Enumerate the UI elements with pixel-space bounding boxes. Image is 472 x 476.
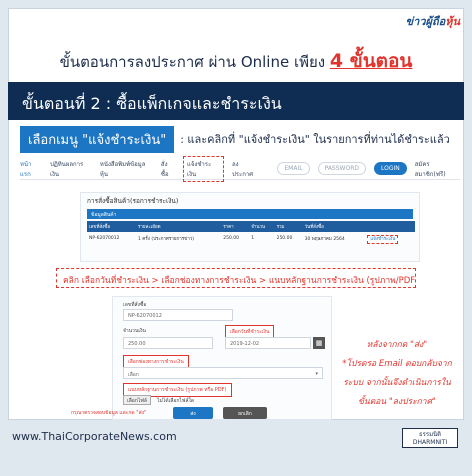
logo-line1: ธรรมนิติ bbox=[418, 431, 442, 438]
nav-item-home[interactable]: หน้าแรก bbox=[20, 159, 42, 179]
step-title: ขั้นตอนที่ 2 : ซื้อแพ็กเกจและชำระเงิน bbox=[22, 94, 282, 113]
file-status: ไม่ได้เลือกไฟล์ใด bbox=[157, 398, 195, 404]
dharmniti-logo: ธรรมนิติ DHARMNITI bbox=[402, 428, 458, 448]
note-line: ระบบ จากนั้นจึงดำเนินการใน bbox=[343, 378, 451, 388]
col-total: รวม bbox=[274, 221, 303, 232]
order-no-field: NP-62070012 bbox=[123, 309, 233, 321]
order-no-label: เลขที่สั่งซื้อ bbox=[123, 302, 147, 308]
orders-title: การสั่งซื้อสินค้า(รอการชำระเงิน) bbox=[87, 197, 179, 205]
nav-item-payment[interactable]: แจ้งชำระเงิน bbox=[183, 155, 224, 182]
brand-logo: ข่าวผู้ถือหุ้น bbox=[405, 15, 460, 28]
cell-action: แจ้งชำระเงิน bbox=[365, 232, 415, 245]
cancel-button[interactable]: ยกเลิก bbox=[223, 407, 267, 419]
submit-button[interactable]: ส่ง bbox=[173, 407, 213, 419]
payment-steps-breadcrumb: คลิก เลือกวันที่ชำระเงิน > เลือกช่องทางก… bbox=[56, 268, 416, 288]
cell-date: 30 พฤษภาคม 2564 bbox=[304, 237, 345, 242]
channel-placeholder: เลือก bbox=[128, 372, 139, 378]
orders-subtitle: ข้อมูลสินค้า bbox=[87, 209, 413, 219]
headline-highlight: 4 ขั้นตอน bbox=[329, 50, 413, 72]
amount-label: จำนวนเงิน bbox=[123, 328, 146, 334]
check-instruction: กรุณาตรวจสอบข้อมูล และกด "ส่ง" bbox=[71, 410, 147, 416]
step-title-bar: ขั้นตอนที่ 2 : ซื้อแพ็กเกจและชำระเงิน bbox=[8, 82, 464, 120]
chevron-down-icon: ▾ bbox=[315, 371, 318, 377]
footer-url: www.ThaiCorporateNews.com bbox=[12, 430, 177, 443]
instruction-text: : และคลิกที่ "แจ้งชำระเงิน" ในรายการที่ท… bbox=[180, 133, 450, 146]
instruction-row: เลือกเมนู "แจ้งชำระเงิน" : และคลิกที่ "แ… bbox=[20, 125, 460, 153]
cell-price: 250.00 bbox=[223, 236, 239, 241]
password-field[interactable]: PASSWORD bbox=[317, 162, 366, 175]
amount-field: 250.00 bbox=[123, 337, 213, 349]
col-action bbox=[365, 221, 415, 232]
login-button[interactable]: LOGIN bbox=[373, 162, 407, 175]
col-order-no: เลขที่สั่งซื้อ bbox=[87, 221, 136, 232]
logo-line2: DHARMNITI bbox=[412, 439, 448, 446]
orders-panel: การสั่งซื้อสินค้า(รอการชำระเงิน) ข้อมูลส… bbox=[80, 192, 420, 262]
table-row: NP-62070012 1 ครั้ง (ประกาศรายการข่าว) 2… bbox=[87, 232, 415, 245]
register-link[interactable]: สมัครสมาชิก(ฟรี) bbox=[415, 159, 460, 179]
cell-detail: 1 ครั้ง (ประกาศรายการข่าว) bbox=[137, 237, 195, 242]
date-field[interactable]: 2019-12-02 bbox=[225, 337, 311, 349]
headline: ขั้นตอนการลงประกาศ ผ่าน Online เพียง 4 ข… bbox=[0, 46, 472, 76]
cell-qty: 1 bbox=[251, 236, 255, 241]
cell-total: 250.00 bbox=[276, 236, 293, 241]
nav-item-calendar[interactable]: ปฏิทินผลการเงิน bbox=[50, 159, 92, 179]
orders-table: เลขที่สั่งซื้อ รายละเอียด ราคา จำนวน รวม… bbox=[87, 221, 415, 245]
nav-item-newspaper[interactable]: หนังสือพิมพ์ข้อมูลหุ้น bbox=[100, 159, 153, 179]
nav-item-order[interactable]: สั่งซื้อ bbox=[161, 159, 175, 179]
choose-file-button[interactable]: เลือกไฟล์ bbox=[123, 395, 151, 405]
site-nav: หน้าแรก ปฏิทินผลการเงิน หนังสือพิมพ์ข้อม… bbox=[20, 155, 460, 182]
col-detail: รายละเอียด bbox=[135, 221, 222, 232]
col-qty: จำนวน bbox=[249, 221, 275, 232]
email-field[interactable]: EMAIL bbox=[277, 162, 310, 175]
pay-link[interactable]: แจ้งชำระเงิน bbox=[367, 235, 399, 244]
after-submit-note: หลังจากกด "ส่ง" *โปรดรอ Email ตอบกลับจาก… bbox=[334, 336, 460, 412]
note-line: หลังจากกด "ส่ง" bbox=[366, 340, 428, 350]
cell-order-no: NP-62070012 bbox=[89, 236, 120, 241]
nav-item-announce[interactable]: ลงประกาศ bbox=[232, 159, 259, 179]
page-frame: ข่าวผู้ถือหุ้น ขั้นตอนการลงประกาศ ผ่าน O… bbox=[0, 0, 472, 476]
calendar-icon[interactable]: ▦ bbox=[313, 337, 325, 349]
note-line: *โปรดรอ Email ตอบกลับจาก bbox=[342, 359, 452, 369]
menu-chip: เลือกเมนู "แจ้งชำระเงิน" bbox=[20, 125, 175, 153]
headline-text: ขั้นตอนการลงประกาศ ผ่าน Online เพียง bbox=[59, 53, 330, 71]
col-price: ราคา bbox=[221, 221, 250, 232]
col-date: วันที่สั่งซื้อ bbox=[302, 221, 366, 232]
channel-select[interactable]: เลือก ▾ bbox=[123, 367, 323, 379]
table-header-row: เลขที่สั่งซื้อ รายละเอียด ราคา จำนวน รวม… bbox=[87, 221, 415, 232]
note-line: ขั้นตอน "ลงประกาศ" bbox=[358, 397, 436, 407]
payment-form: เลขที่สั่งซื้อ NP-62070012 จำนวนเงิน เลื… bbox=[71, 296, 332, 420]
